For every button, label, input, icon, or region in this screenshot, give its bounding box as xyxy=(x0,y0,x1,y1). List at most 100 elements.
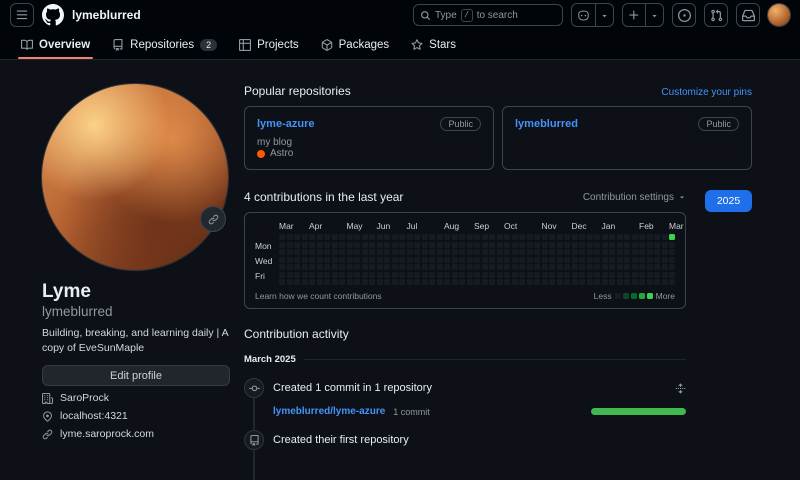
contribution-cell[interactable] xyxy=(654,272,660,278)
contribution-cell[interactable] xyxy=(354,234,360,240)
header-avatar[interactable] xyxy=(768,4,790,26)
contribution-cell[interactable] xyxy=(647,257,653,263)
contribution-cell[interactable] xyxy=(414,249,420,255)
issues-button[interactable] xyxy=(672,3,696,27)
contribution-cell[interactable] xyxy=(504,264,510,270)
contribution-cell[interactable] xyxy=(407,234,413,240)
contribution-cell[interactable] xyxy=(444,279,450,285)
contribution-cell[interactable] xyxy=(317,272,323,278)
contribution-cell[interactable] xyxy=(609,249,615,255)
contribution-cell[interactable] xyxy=(482,242,488,248)
contribution-cell[interactable] xyxy=(444,242,450,248)
contribution-cell[interactable] xyxy=(429,257,435,263)
contribution-cell[interactable] xyxy=(302,279,308,285)
contribution-cell[interactable] xyxy=(527,242,533,248)
unfold-icon[interactable] xyxy=(675,383,686,394)
contribution-cell[interactable] xyxy=(347,234,353,240)
contribution-cell[interactable] xyxy=(324,234,330,240)
pull-requests-button[interactable] xyxy=(704,3,728,27)
contribution-cell[interactable] xyxy=(377,279,383,285)
contribution-cell[interactable] xyxy=(647,264,653,270)
contribution-cell[interactable] xyxy=(474,234,480,240)
contribution-cell[interactable] xyxy=(632,257,638,263)
contribution-cell[interactable] xyxy=(669,249,675,255)
contribution-cell[interactable] xyxy=(519,264,525,270)
contribution-cell[interactable] xyxy=(467,264,473,270)
contribution-cell[interactable] xyxy=(549,279,555,285)
contribution-cell[interactable] xyxy=(519,234,525,240)
contribution-cell[interactable] xyxy=(519,279,525,285)
contribution-cell[interactable] xyxy=(437,257,443,263)
contribution-cell[interactable] xyxy=(617,249,623,255)
contribution-cell[interactable] xyxy=(444,264,450,270)
contribution-cell[interactable] xyxy=(564,249,570,255)
contribution-cell[interactable] xyxy=(339,264,345,270)
contribution-cell[interactable] xyxy=(467,272,473,278)
contribution-cell[interactable] xyxy=(377,242,383,248)
contribution-cell[interactable] xyxy=(602,257,608,263)
contribution-cell[interactable] xyxy=(624,264,630,270)
contribution-cell[interactable] xyxy=(317,249,323,255)
hamburger-menu-button[interactable] xyxy=(10,3,34,27)
contribution-cell[interactable] xyxy=(287,249,293,255)
contribution-cell[interactable] xyxy=(564,242,570,248)
contribution-cell[interactable] xyxy=(669,257,675,263)
contribution-cell[interactable] xyxy=(377,257,383,263)
tab-overview[interactable]: Overview xyxy=(12,30,99,59)
contribution-cell[interactable] xyxy=(294,279,300,285)
contribution-cell[interactable] xyxy=(519,242,525,248)
contribution-cell[interactable] xyxy=(392,242,398,248)
contribution-cell[interactable] xyxy=(497,257,503,263)
contribution-cell[interactable] xyxy=(579,249,585,255)
contribution-cell[interactable] xyxy=(332,279,338,285)
contribution-cell[interactable] xyxy=(527,264,533,270)
contribution-cell[interactable] xyxy=(294,234,300,240)
contribution-cell[interactable] xyxy=(429,264,435,270)
contribution-cell[interactable] xyxy=(437,249,443,255)
contribution-cell[interactable] xyxy=(377,234,383,240)
contribution-cell[interactable] xyxy=(294,242,300,248)
contribution-cell[interactable] xyxy=(572,272,578,278)
contribution-cell[interactable] xyxy=(339,279,345,285)
contribution-cell[interactable] xyxy=(317,279,323,285)
contribution-cell[interactable] xyxy=(512,242,518,248)
contribution-cell[interactable] xyxy=(399,264,405,270)
contribution-cell[interactable] xyxy=(542,242,548,248)
contribution-cell[interactable] xyxy=(332,272,338,278)
contribution-cell[interactable] xyxy=(459,242,465,248)
contribution-cell[interactable] xyxy=(512,257,518,263)
contribution-cell[interactable] xyxy=(384,242,390,248)
contribution-cell[interactable] xyxy=(542,279,548,285)
contribution-cell[interactable] xyxy=(482,272,488,278)
contribution-cell[interactable] xyxy=(309,272,315,278)
contribution-cell[interactable] xyxy=(609,272,615,278)
contribution-cell[interactable] xyxy=(504,242,510,248)
contribution-cell[interactable] xyxy=(602,272,608,278)
contribution-cell[interactable] xyxy=(377,272,383,278)
contribution-cell[interactable] xyxy=(534,234,540,240)
header-context-username[interactable]: lymeblurred xyxy=(72,8,141,22)
contribution-cell[interactable] xyxy=(624,272,630,278)
contribution-cell[interactable] xyxy=(429,234,435,240)
contribution-cell[interactable] xyxy=(564,264,570,270)
contribution-cell[interactable] xyxy=(594,279,600,285)
contribution-cell[interactable] xyxy=(392,234,398,240)
contribution-cell[interactable] xyxy=(572,257,578,263)
contribution-cell[interactable] xyxy=(512,272,518,278)
contribution-cell[interactable] xyxy=(332,264,338,270)
contribution-cell[interactable] xyxy=(302,234,308,240)
contribution-cell[interactable] xyxy=(474,272,480,278)
contribution-cell[interactable] xyxy=(444,249,450,255)
contribution-cell[interactable] xyxy=(459,257,465,263)
contribution-cell[interactable] xyxy=(557,257,563,263)
contribution-cell[interactable] xyxy=(459,249,465,255)
contribution-cell[interactable] xyxy=(527,234,533,240)
tab-repositories[interactable]: Repositories 2 xyxy=(103,30,226,59)
contribution-cell[interactable] xyxy=(602,264,608,270)
contribution-cell[interactable] xyxy=(452,242,458,248)
contribution-cell[interactable] xyxy=(362,264,368,270)
contribution-cell[interactable] xyxy=(512,234,518,240)
contribution-cell[interactable] xyxy=(414,272,420,278)
contribution-cell[interactable] xyxy=(362,279,368,285)
contribution-cell[interactable] xyxy=(632,249,638,255)
